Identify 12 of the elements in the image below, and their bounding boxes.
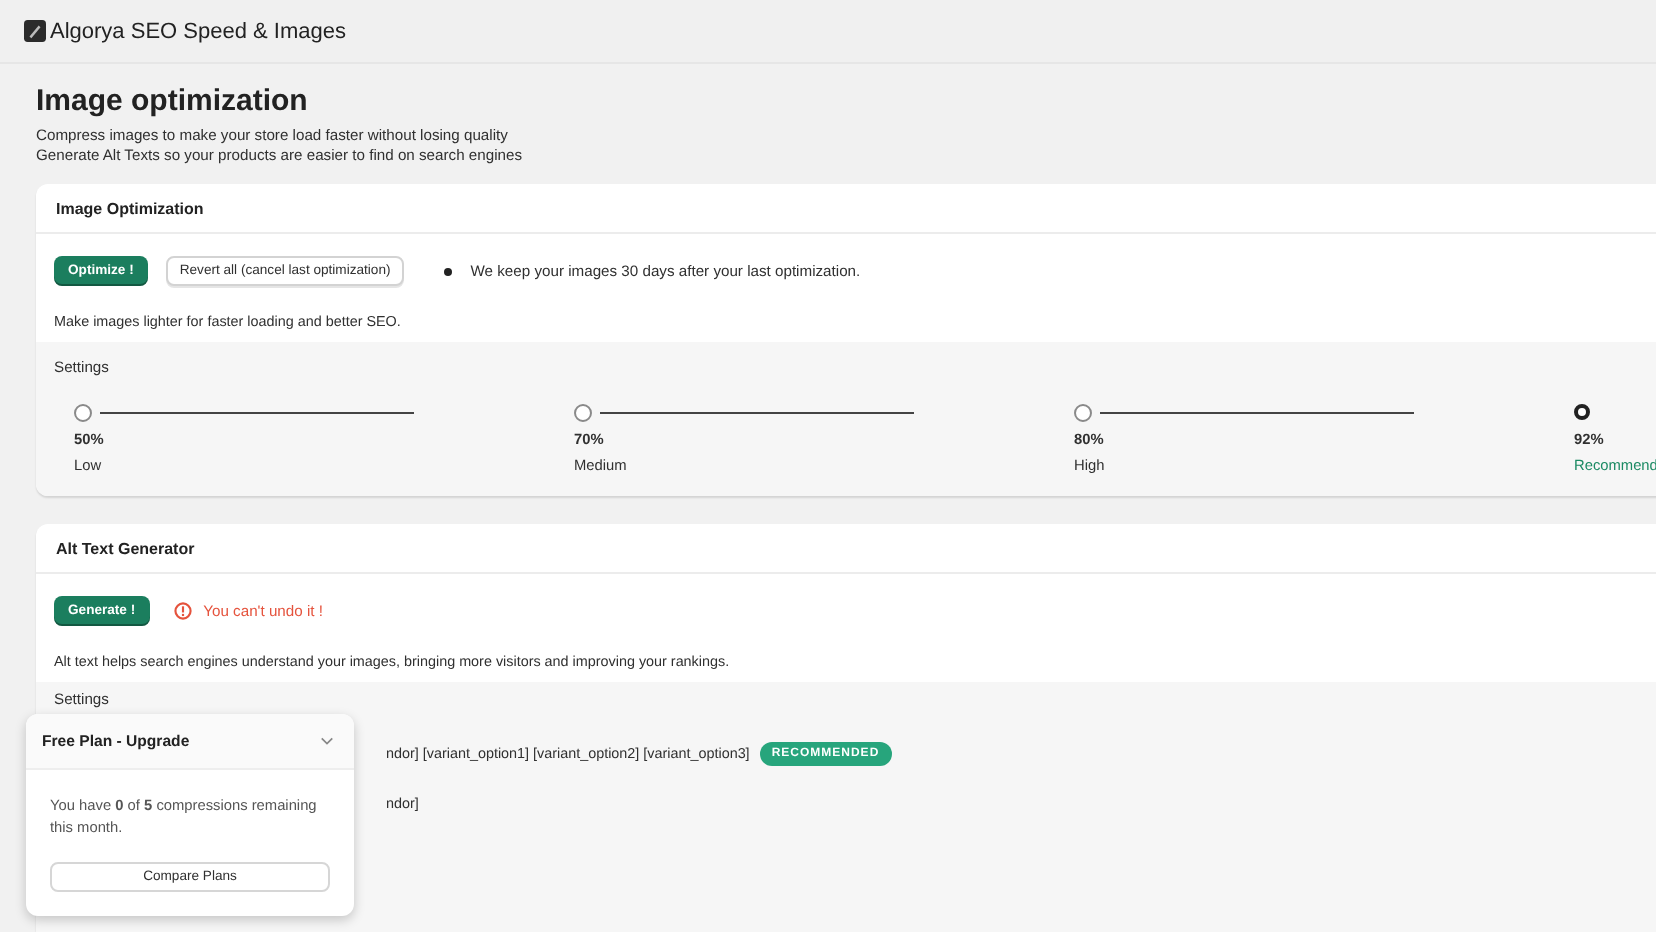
card-title: Alt Text Generator	[56, 539, 195, 557]
app-title: Algorya SEO Speed & Images	[50, 19, 346, 43]
radio-button[interactable]	[74, 403, 92, 421]
warning-icon	[173, 602, 192, 620]
radio-button[interactable]	[574, 403, 592, 421]
card-title: Image Optimization	[56, 199, 204, 217]
chevron-down-icon[interactable]	[320, 736, 334, 746]
radio-button[interactable]	[1074, 403, 1092, 421]
app-logo-icon	[24, 20, 46, 42]
radio-button[interactable]	[1574, 404, 1590, 420]
page-title: Image optimization	[36, 84, 310, 118]
bullet-icon	[444, 267, 453, 275]
